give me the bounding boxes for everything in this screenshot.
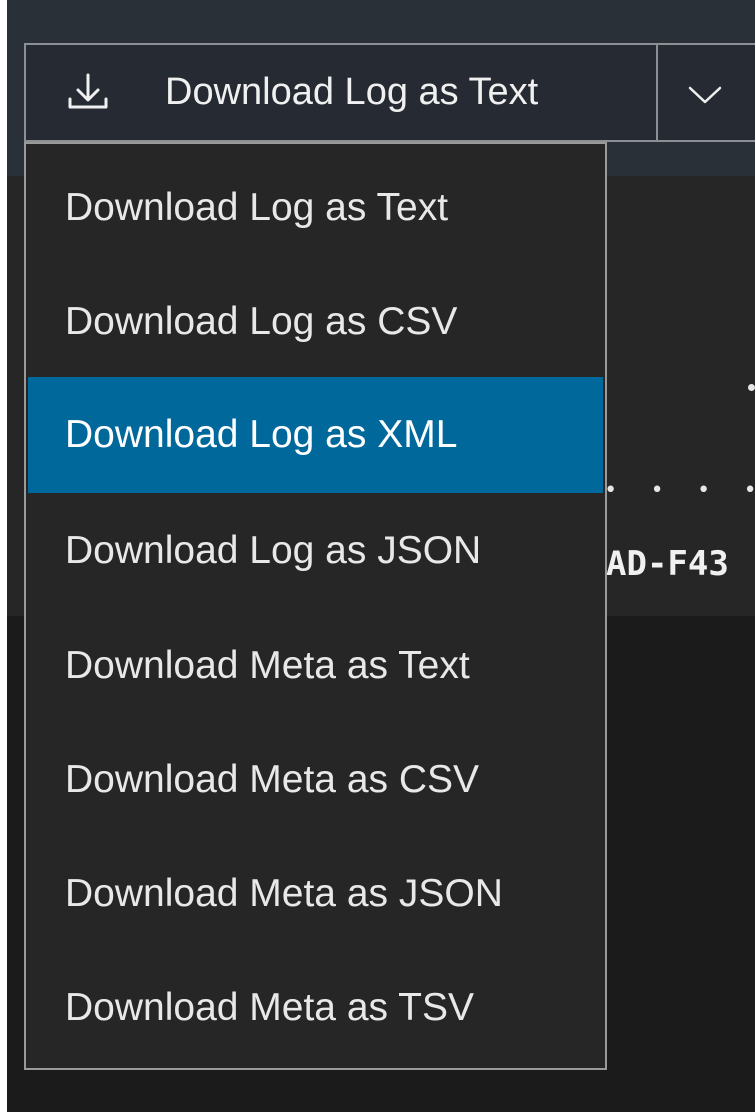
download-button-label: Download Log as Text	[165, 71, 539, 113]
menu-item-download-log-text[interactable]: Download Log as Text	[28, 150, 603, 266]
chevron-down-icon	[688, 86, 722, 104]
menu-item-download-meta-json[interactable]: Download Meta as JSON	[28, 836, 603, 952]
dotted-separator: • • • • • •	[604, 478, 755, 503]
separator-dot	[748, 384, 755, 391]
menu-item-download-meta-text[interactable]: Download Meta as Text	[28, 608, 603, 724]
download-options-toggle[interactable]	[656, 43, 755, 142]
menu-item-download-log-csv[interactable]: Download Log as CSV	[28, 264, 603, 380]
menu-item-download-log-json[interactable]: Download Log as JSON	[28, 493, 603, 609]
menu-item-download-meta-csv[interactable]: Download Meta as CSV	[28, 722, 603, 838]
download-icon	[68, 73, 108, 109]
download-menu: Download Log as Text Download Log as CSV…	[24, 142, 607, 1070]
menu-item-download-meta-tsv[interactable]: Download Meta as TSV	[28, 950, 603, 1066]
left-gutter	[0, 0, 7, 1112]
menu-item-download-log-xml[interactable]: Download Log as XML	[28, 377, 603, 493]
log-id-text: AD-F43	[606, 544, 729, 584]
download-log-button[interactable]: Download Log as Text	[24, 43, 658, 142]
page: • • • • • • AD-F43 Download Log as Text …	[0, 0, 755, 1112]
